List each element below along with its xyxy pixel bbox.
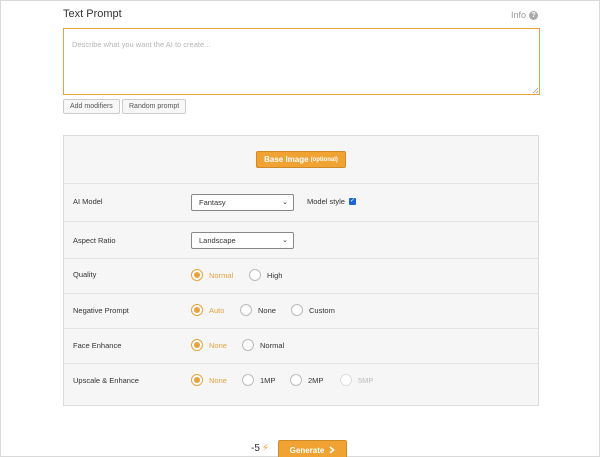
- upscale-option-none[interactable]: None: [191, 374, 227, 386]
- radio-empty-icon: [242, 374, 254, 386]
- resize-grip-icon[interactable]: [532, 87, 539, 94]
- question-circle-icon: ?: [529, 10, 538, 20]
- negative-prompt-row: Negative Prompt Auto None Custom: [64, 293, 538, 328]
- negative-option-custom[interactable]: Custom: [291, 304, 335, 316]
- quality-row: Quality Normal High: [64, 258, 538, 293]
- info-label: Info: [510, 10, 526, 20]
- radio-selected-icon: [191, 269, 203, 281]
- aspect-ratio-select[interactable]: Landscape ⌄: [191, 232, 294, 249]
- quality-option-high[interactable]: High: [249, 269, 282, 281]
- ai-model-select[interactable]: Fantasy ⌄: [191, 194, 294, 211]
- face-none-label: None: [209, 340, 227, 350]
- quality-high-label: High: [267, 270, 283, 280]
- negative-custom-label: Custom: [309, 305, 335, 315]
- upscale-2mp-label: 2MP: [308, 375, 324, 385]
- ai-model-label: AI Model: [73, 197, 103, 206]
- ai-model-value: Fantasy: [199, 198, 226, 207]
- upscale-1mp-label: 1MP: [260, 375, 276, 385]
- aspect-ratio-row: Aspect Ratio Landscape ⌄: [64, 221, 538, 258]
- radio-selected-icon: [191, 304, 203, 316]
- negative-none-label: None: [258, 305, 276, 315]
- text-prompt-title: Text Prompt: [63, 8, 122, 20]
- credit-cost: -5 ⚡︎: [251, 443, 269, 454]
- upscale-none-label: None: [209, 375, 227, 385]
- radio-empty-icon: [291, 304, 303, 316]
- upscale-option-5mp: 5MP: [340, 374, 373, 386]
- face-enhance-row: Face Enhance None Normal: [64, 328, 538, 363]
- chevron-down-icon: ⌄: [282, 199, 288, 206]
- radio-empty-icon: [249, 269, 261, 281]
- credit-cost-value: -5: [251, 443, 260, 454]
- upscale-row: Upscale & Enhance None 1MP 2MP 5MP: [64, 363, 538, 398]
- negative-option-auto[interactable]: Auto: [191, 304, 224, 316]
- quality-label: Quality: [73, 270, 97, 279]
- radio-selected-icon: [191, 374, 203, 386]
- base-image-optional: (optional): [310, 156, 338, 163]
- radio-selected-icon: [191, 339, 203, 351]
- ai-model-row: AI Model Fantasy ⌄ Model style ✓: [64, 183, 538, 220]
- info-link[interactable]: Info ?: [511, 10, 538, 20]
- quality-option-normal[interactable]: Normal: [191, 269, 233, 281]
- radio-empty-icon: [242, 339, 254, 351]
- negative-prompt-label: Negative Prompt: [73, 306, 129, 315]
- radio-empty-icon: [240, 304, 252, 316]
- face-option-none[interactable]: None: [191, 339, 227, 351]
- upscale-5mp-label: 5MP: [358, 375, 374, 385]
- model-style-checkbox[interactable]: ✓: [349, 198, 356, 205]
- add-modifiers-button[interactable]: Add modifiers: [63, 99, 120, 114]
- radio-disabled-icon: [340, 374, 352, 386]
- negative-auto-label: Auto: [209, 305, 225, 315]
- negative-option-none[interactable]: None: [240, 304, 276, 316]
- random-prompt-button[interactable]: Random prompt: [122, 99, 187, 114]
- radio-empty-icon: [290, 374, 302, 386]
- chevron-down-icon: ⌄: [282, 237, 288, 244]
- generate-button[interactable]: Generate: [278, 440, 347, 457]
- upscale-option-1mp[interactable]: 1MP: [242, 374, 275, 386]
- upscale-label: Upscale & Enhance: [73, 376, 139, 385]
- chevron-right-icon: [329, 446, 336, 454]
- model-style-label: Model style: [307, 197, 345, 206]
- base-image-button[interactable]: Base Image (optional): [256, 151, 346, 168]
- settings-panel: Base Image (optional) AI Model Fantasy ⌄…: [63, 135, 539, 406]
- prompt-input[interactable]: [63, 28, 540, 95]
- face-normal-label: Normal: [260, 340, 285, 350]
- aspect-ratio-label: Aspect Ratio: [73, 236, 116, 245]
- quality-normal-label: Normal: [209, 270, 234, 280]
- upscale-option-2mp[interactable]: 2MP: [290, 374, 323, 386]
- base-image-label: Base Image: [264, 155, 309, 164]
- face-option-normal[interactable]: Normal: [242, 339, 284, 351]
- aspect-ratio-value: Landscape: [199, 236, 236, 245]
- generate-label: Generate: [289, 445, 325, 455]
- face-enhance-label: Face Enhance: [73, 341, 122, 350]
- lightning-icon: ⚡︎: [261, 443, 269, 454]
